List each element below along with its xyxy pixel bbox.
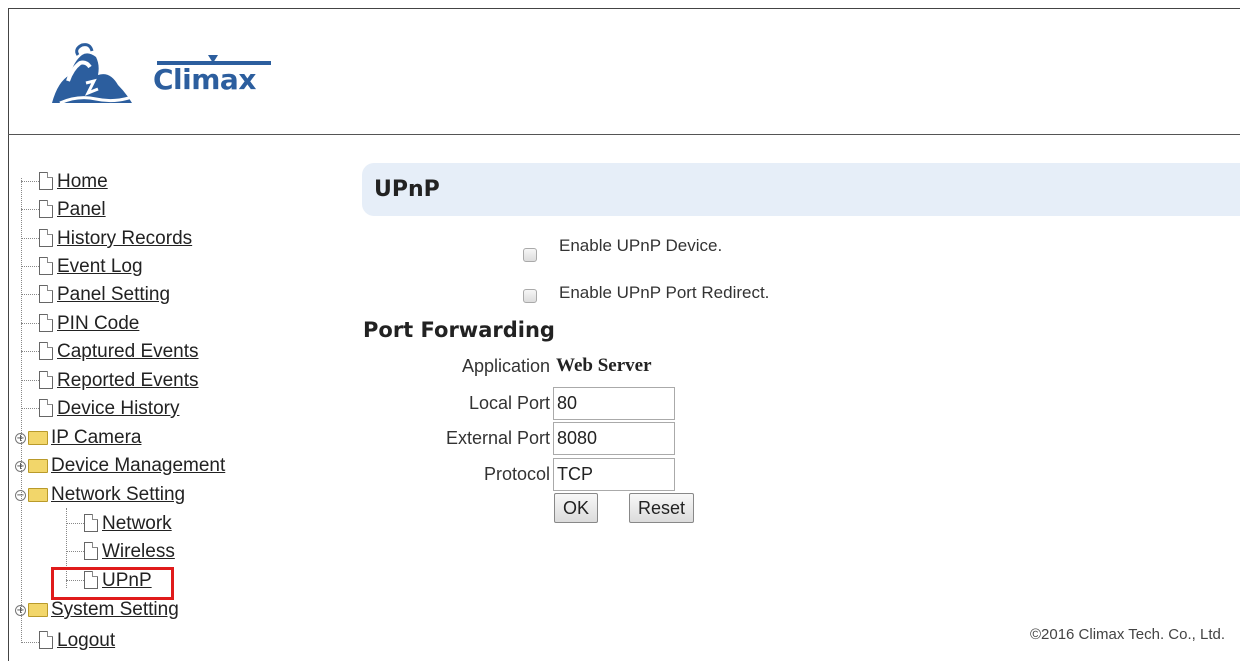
- nav-item-wireless[interactable]: Wireless: [84, 541, 175, 569]
- nav-item-panel-setting[interactable]: Panel Setting: [39, 284, 170, 312]
- logo-text: Climax: [153, 63, 256, 96]
- external-port-input[interactable]: [553, 422, 675, 455]
- header: Climax: [8, 8, 1240, 135]
- nav-item-ip-camera[interactable]: + IP Camera: [15, 427, 141, 455]
- expand-icon[interactable]: +: [15, 433, 26, 444]
- climax-logo[interactable]: Climax: [48, 41, 278, 113]
- document-icon: [39, 200, 53, 218]
- nav-item-captured-events[interactable]: Captured Events: [39, 341, 199, 369]
- local-port-input[interactable]: [553, 387, 675, 420]
- nav-item-device-management[interactable]: + Device Management: [15, 455, 225, 483]
- document-icon: [39, 342, 53, 360]
- tree-connector: [21, 238, 39, 239]
- folder-icon: [28, 603, 48, 617]
- document-icon: [39, 314, 53, 332]
- document-icon: [39, 371, 53, 389]
- nav-link[interactable]: PIN Code: [57, 313, 139, 334]
- nav-item-network-setting[interactable]: − Network Setting: [15, 484, 185, 512]
- tree-connector: [21, 294, 39, 295]
- folder-icon: [28, 459, 48, 473]
- application-label: Application: [461, 356, 550, 376]
- document-icon: [84, 514, 98, 532]
- tree-connector: [21, 408, 39, 409]
- port-forwarding-heading: Port Forwarding: [363, 318, 555, 342]
- page-title-bar: UPnP: [362, 163, 1240, 216]
- reset-button[interactable]: Reset: [629, 493, 695, 523]
- external-port-label: External Port: [445, 428, 550, 448]
- document-icon: [39, 285, 53, 303]
- nav-link[interactable]: History Records: [57, 228, 192, 249]
- nav-link[interactable]: Panel: [57, 199, 106, 220]
- nav-item-home[interactable]: Home: [39, 171, 108, 199]
- nav-item-system-setting[interactable]: + System Setting: [15, 599, 179, 627]
- enable-upnp-device-label: Enable UPnP Device.: [559, 236, 723, 255]
- tree-connector: [21, 181, 39, 182]
- nav-item-logout[interactable]: Logout: [39, 630, 115, 658]
- ok-button[interactable]: OK: [554, 493, 599, 523]
- protocol-label: Protocol: [483, 464, 550, 484]
- nav-item-panel[interactable]: Panel: [39, 199, 106, 227]
- expand-icon[interactable]: +: [15, 461, 26, 472]
- enable-upnp-redirect-checkbox[interactable]: [523, 289, 537, 303]
- nav-link[interactable]: Network: [102, 513, 172, 534]
- nav-link[interactable]: Panel Setting: [57, 284, 170, 305]
- document-icon: [39, 172, 53, 190]
- tree-connector: [21, 266, 39, 267]
- nav-item-network[interactable]: Network: [84, 513, 172, 541]
- nav-link[interactable]: Captured Events: [57, 341, 199, 362]
- folder-icon: [28, 431, 48, 445]
- nav-link[interactable]: IP Camera: [51, 427, 141, 448]
- document-icon: [39, 257, 53, 275]
- tree-connector: [21, 351, 39, 352]
- enable-upnp-device-checkbox[interactable]: [523, 248, 537, 262]
- local-port-label: Local Port: [468, 393, 550, 413]
- copyright: ©2016 Climax Tech. Co., Ltd.: [1029, 626, 1225, 643]
- nav-item-reported-events[interactable]: Reported Events: [39, 370, 199, 398]
- nav-item-event-log[interactable]: Event Log: [39, 256, 143, 284]
- tree-connector: [21, 380, 39, 381]
- tree-connector: [21, 642, 39, 643]
- tree-connector: [21, 178, 22, 641]
- nav-link[interactable]: Wireless: [102, 541, 175, 562]
- nav-item-history-records[interactable]: History Records: [39, 228, 192, 256]
- page-title: UPnP: [374, 177, 440, 202]
- document-icon: [84, 542, 98, 560]
- tree-connector: [66, 523, 84, 524]
- enable-upnp-redirect-label: Enable UPnP Port Redirect.: [559, 283, 770, 302]
- nav-item-pin-code[interactable]: PIN Code: [39, 313, 139, 341]
- tree-connector: [66, 551, 84, 552]
- document-icon: [39, 399, 53, 417]
- tree-connector: [21, 323, 39, 324]
- nav-item-device-history[interactable]: Device History: [39, 398, 179, 426]
- nav-link[interactable]: Event Log: [57, 256, 143, 277]
- collapse-icon[interactable]: −: [15, 490, 26, 501]
- open-folder-icon: [28, 488, 48, 502]
- tree-connector: [21, 209, 39, 210]
- expand-icon[interactable]: +: [15, 605, 26, 616]
- document-icon: [39, 229, 53, 247]
- nav-link[interactable]: Logout: [57, 630, 115, 651]
- mountain-logo-icon: [52, 43, 133, 105]
- document-icon: [39, 631, 53, 649]
- logo-tick: [208, 55, 218, 63]
- nav-link[interactable]: Reported Events: [57, 370, 199, 391]
- nav-link[interactable]: System Setting: [51, 599, 179, 620]
- nav-link[interactable]: Network Setting: [51, 484, 185, 505]
- nav-link[interactable]: Device Management: [51, 455, 225, 476]
- nav-link[interactable]: Device History: [57, 398, 179, 419]
- nav-link[interactable]: Home: [57, 171, 108, 192]
- application-value: Web Server: [556, 355, 652, 376]
- protocol-input[interactable]: [553, 458, 675, 491]
- selection-highlight: [51, 567, 174, 600]
